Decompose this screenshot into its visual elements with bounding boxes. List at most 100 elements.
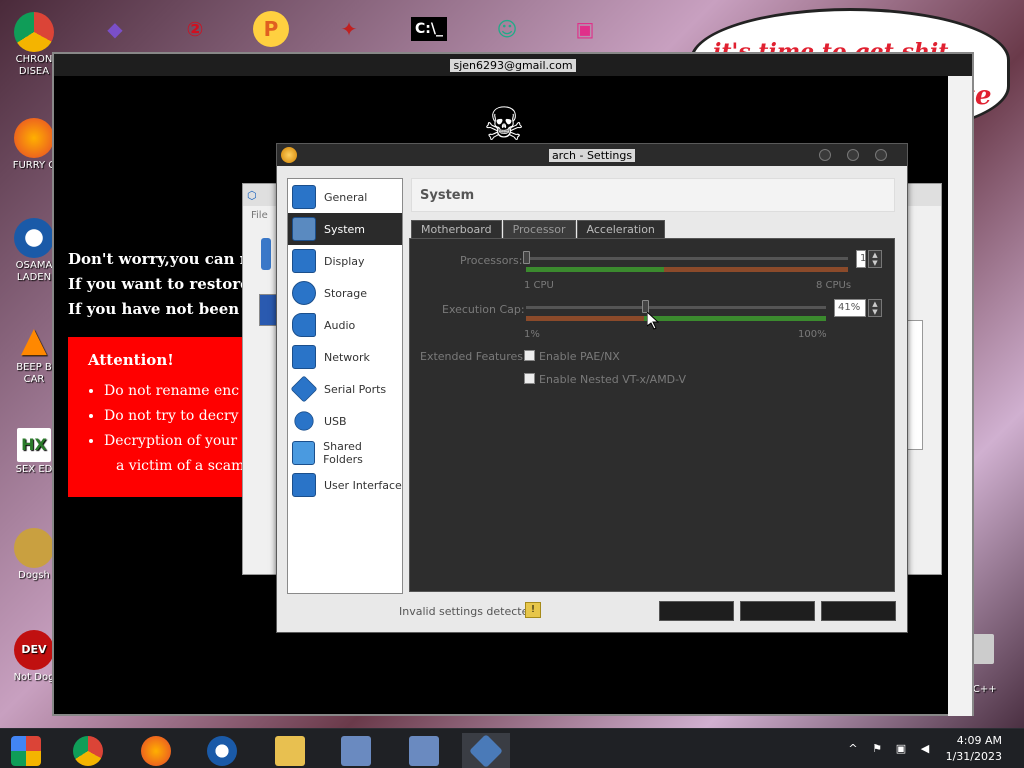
sidebar-item-system[interactable]: System — [288, 213, 402, 245]
chrome-icon — [14, 12, 54, 52]
settings-dialog[interactable]: arch - Settings General System Display S… — [276, 143, 908, 633]
sidebar-item-label: System — [324, 222, 366, 236]
nested-vtx-label: Enable Nested VT-x/AMD-V — [539, 373, 687, 386]
visual-studio-icon[interactable]: ◆ — [90, 6, 140, 52]
attention-item: Do not try to decry — [104, 404, 244, 429]
obama-icon — [207, 736, 237, 766]
spin-down-icon[interactable]: ▼ — [869, 308, 881, 316]
spin-up-icon[interactable]: ▲ — [869, 251, 881, 259]
sidebar-item-storage[interactable]: Storage — [288, 277, 402, 309]
usb-icon — [294, 411, 314, 431]
minimize-button[interactable] — [819, 149, 831, 161]
sidebar-item-shared-folders[interactable]: Shared Folders — [288, 437, 402, 469]
attention-title: Attention! — [88, 351, 174, 369]
cancel-button[interactable] — [740, 601, 815, 621]
volume-icon[interactable]: ◀ — [918, 743, 932, 755]
pae-checkbox[interactable] — [524, 350, 535, 361]
clock-date: 1/31/2023 — [945, 750, 1002, 763]
bird-icon[interactable]: ✦ — [324, 6, 374, 52]
sidebar-item-label: Display — [324, 254, 365, 268]
attention-item: Decryption of your — [104, 429, 244, 454]
processors-red-range — [664, 267, 848, 272]
processors-spinner[interactable]: ▲ ▼ — [868, 250, 882, 268]
firefox-icon — [141, 736, 171, 766]
taskbar-installer[interactable] — [332, 733, 380, 768]
spin-up-icon[interactable]: ▲ — [869, 300, 881, 308]
maximize-button[interactable] — [847, 149, 859, 161]
installer-icon — [341, 736, 371, 766]
ransom-line-1: Don't worry,you can ret — [68, 250, 265, 268]
installer2-icon — [409, 736, 439, 766]
spin-down-icon[interactable]: ▼ — [869, 259, 881, 267]
sidebar-item-label: Audio — [324, 318, 356, 332]
chrome-icon — [73, 736, 103, 766]
sidebar-item-label: User Interface — [324, 478, 402, 492]
taskbar: ^ ⚑ ▣ ◀ 4:09 AM 1/31/2023 — [0, 728, 1024, 768]
settings-sidebar: General System Display Storage Audio Net… — [287, 178, 403, 594]
execution-cap-green-range — [644, 316, 826, 321]
p-icon[interactable]: P — [246, 6, 296, 52]
execution-cap-input[interactable]: 41% — [834, 299, 866, 317]
network-icon — [292, 345, 316, 369]
execution-cap-min-label: 1% — [524, 329, 540, 340]
sidebar-item-label: Shared Folders — [323, 440, 363, 466]
sidebar-item-audio[interactable]: Audio — [288, 309, 402, 341]
terminal-icon[interactable]: C:\_ — [404, 6, 454, 52]
recycle-bin-icon[interactable] — [972, 634, 994, 664]
clock-time: 4:09 AM — [956, 734, 1002, 747]
tab-motherboard[interactable]: Motherboard — [411, 220, 502, 238]
photo-icon[interactable]: ▣ — [560, 6, 610, 52]
virtualbox-icon — [469, 734, 503, 768]
taskbar-chrome[interactable] — [64, 733, 112, 768]
sidebar-item-network[interactable]: Network — [288, 341, 402, 373]
chevron-up-icon[interactable]: ^ — [846, 743, 860, 755]
taskbar-installer-2[interactable] — [400, 733, 448, 768]
warning-icon[interactable]: ! — [525, 602, 541, 618]
processors-green-range — [526, 267, 664, 272]
start-button[interactable] — [2, 733, 50, 768]
processors-slider-track[interactable] — [526, 257, 848, 260]
help-button[interactable] — [821, 601, 896, 621]
tab-processor[interactable]: Processor — [502, 220, 576, 238]
remote-side-panel — [948, 76, 972, 716]
sidebar-item-general[interactable]: General — [288, 181, 402, 213]
vm-icon[interactable] — [259, 294, 277, 326]
sidebar-item-usb[interactable]: USB — [288, 405, 402, 437]
processors-input[interactable]: 1 — [856, 250, 866, 268]
taskbar-firefox[interactable] — [132, 733, 180, 768]
sidebar-item-display[interactable]: Display — [288, 245, 402, 277]
flag-icon[interactable]: ⚑ — [870, 743, 884, 755]
gear-icon — [281, 147, 297, 163]
execution-cap-spinner[interactable]: ▲ ▼ — [868, 299, 882, 317]
taskbar-obama[interactable] — [198, 733, 246, 768]
remote-window-titlebar[interactable]: sjen6293@gmail.com — [54, 54, 972, 76]
execution-cap-slider-track[interactable] — [526, 306, 826, 309]
remote-window-title: sjen6293@gmail.com — [450, 58, 576, 72]
tools-icon[interactable] — [261, 238, 271, 270]
sidebar-item-serial-ports[interactable]: Serial Ports — [288, 373, 402, 405]
number-two-icon[interactable]: ② — [170, 6, 220, 52]
close-button[interactable] — [875, 149, 887, 161]
execution-cap-max-label: 100% — [798, 329, 827, 340]
extended-features-label: Extended Features: — [420, 350, 527, 363]
section-title: System — [411, 178, 895, 212]
devcpp-icon: DEV — [14, 630, 54, 670]
face-icon[interactable]: ☺ — [482, 6, 532, 52]
clock[interactable]: 4:09 AM 1/31/2023 — [946, 733, 1002, 765]
taskbar-virtualbox[interactable] — [462, 733, 510, 768]
status-text: Invalid settings detected — [399, 605, 536, 618]
execution-cap-red-range — [526, 316, 644, 321]
taskbar-file-explorer[interactable] — [266, 733, 314, 768]
settings-titlebar[interactable]: arch - Settings — [277, 144, 907, 166]
firefox-icon — [14, 118, 54, 158]
storage-icon — [292, 281, 316, 305]
ok-button[interactable] — [659, 601, 734, 621]
network-icon[interactable]: ▣ — [894, 743, 908, 755]
virtualbox-icon: ⬡ — [247, 188, 257, 202]
processor-panel: Processors: 1 ▲ ▼ 1 CPU 8 CPUs Execution … — [409, 238, 895, 592]
sidebar-item-user-interface[interactable]: User Interface — [288, 469, 402, 501]
tab-acceleration[interactable]: Acceleration — [576, 220, 665, 238]
attention-box: Attention! Do not rename enc Do not try … — [68, 337, 244, 497]
nested-vtx-checkbox[interactable] — [524, 373, 535, 384]
processors-slider-handle[interactable] — [523, 251, 530, 264]
